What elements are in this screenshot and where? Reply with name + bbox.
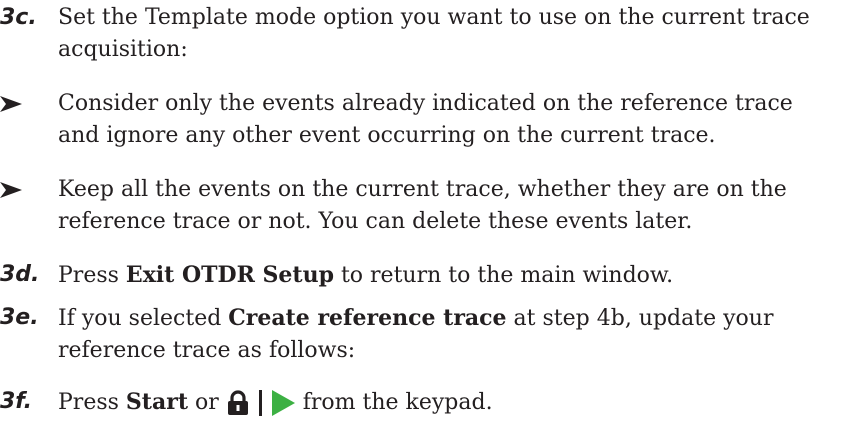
step-text: Press Exit OTDR Setup to return to the m… <box>58 262 674 288</box>
exit-otdr-setup-label: Exit OTDR Setup <box>125 262 334 288</box>
bullet-text: Consider only the events already indicat… <box>58 91 793 148</box>
play-icon <box>271 390 295 416</box>
lock-icon <box>227 390 248 415</box>
step-text: Press Start or from the keypad. <box>58 389 493 416</box>
step-marker: 3c. <box>0 5 37 30</box>
separator-bar-icon <box>258 390 262 416</box>
step-text: Set the Template mode option you want to… <box>58 5 810 62</box>
document-page: 3c. Set the Template mode option you wan… <box>0 0 841 427</box>
arrowhead-bullet-icon <box>0 182 22 198</box>
arrowhead-bullet-icon <box>0 96 22 112</box>
create-reference-trace-label: Create reference trace <box>228 305 507 331</box>
start-label: Start <box>125 389 188 415</box>
bullet-text: Keep all the events on the current trace… <box>58 177 787 234</box>
step-text: If you selected Create reference trace a… <box>58 305 774 363</box>
step-marker: 3e. <box>0 305 39 330</box>
step-marker: 3d. <box>0 262 40 287</box>
step-marker: 3f. <box>0 389 33 414</box>
